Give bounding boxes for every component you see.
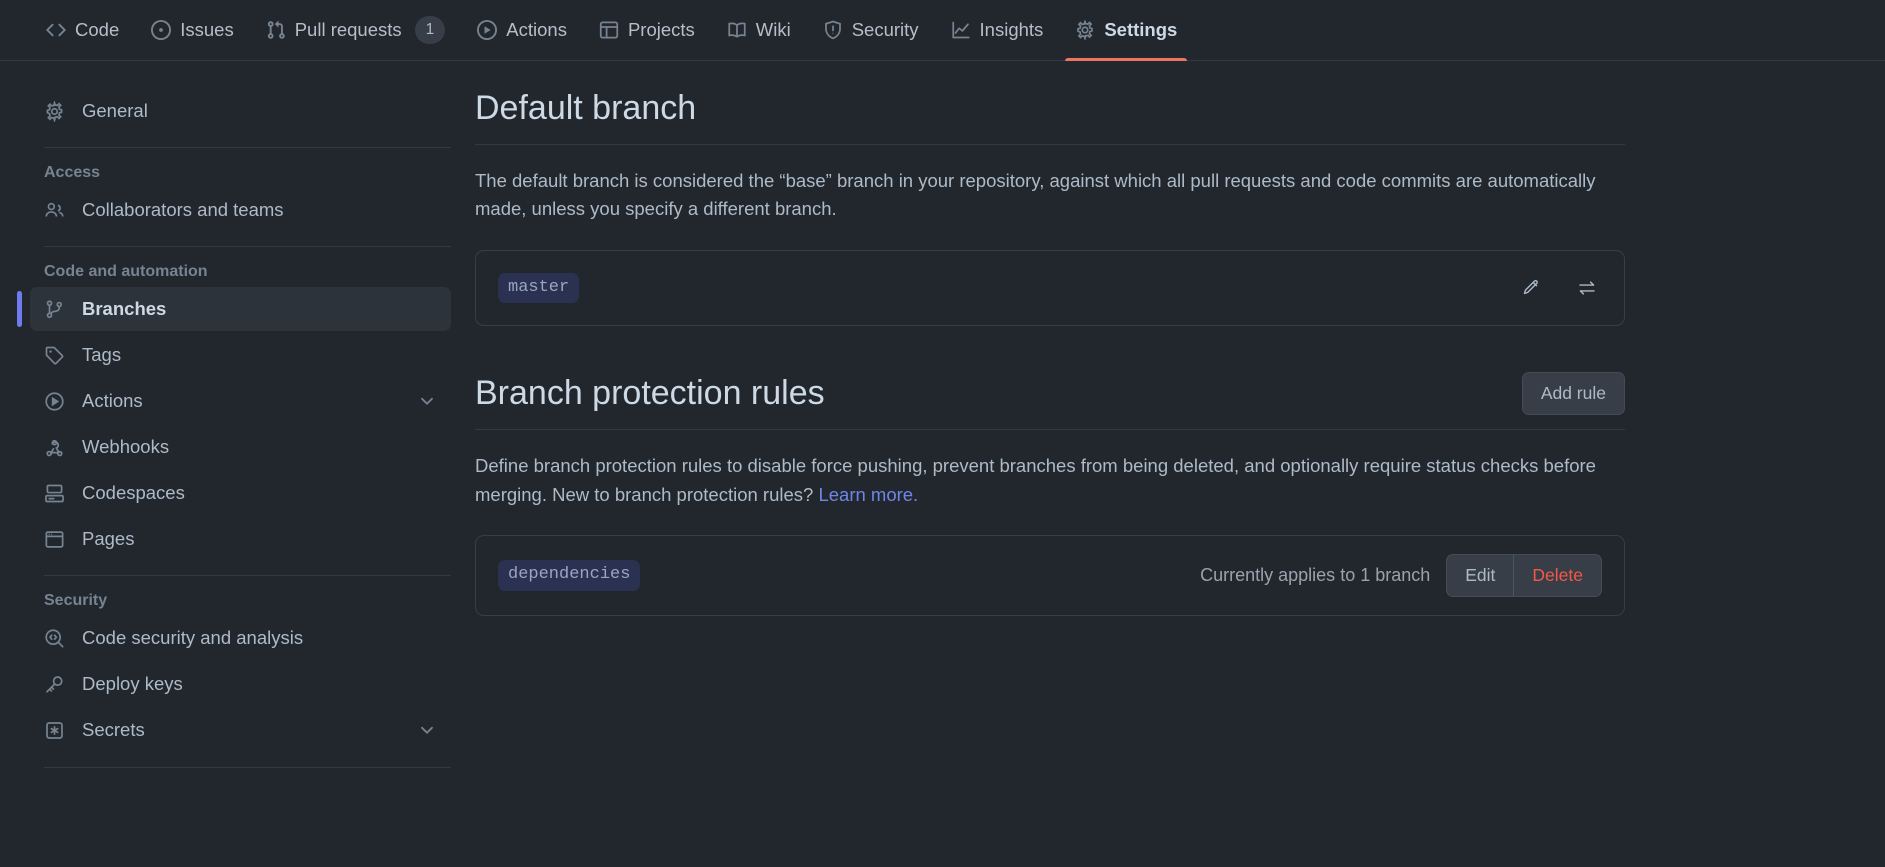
key-icon: [44, 674, 68, 695]
edit-rule-button[interactable]: Edit: [1447, 555, 1513, 596]
sidebar-item-label: Webhooks: [82, 435, 437, 459]
sidebar-item-secrets[interactable]: Secrets: [30, 708, 451, 752]
default-branch-description: The default branch is considered the “ba…: [475, 167, 1625, 224]
sidebar-item-label: Actions: [82, 389, 403, 413]
page-title: Default branch: [475, 87, 696, 130]
repository-nav: Code Issues Pull requests 1 Actions Proj…: [0, 0, 1885, 61]
git-pull-request-icon: [266, 20, 286, 40]
nav-tab-label: Projects: [628, 19, 695, 41]
gear-icon: [1075, 20, 1095, 40]
default-branch-actions: [1516, 273, 1602, 303]
nav-tab-label: Code: [75, 19, 119, 41]
sidebar-item-label: Code security and analysis: [82, 626, 437, 650]
tag-icon: [44, 345, 68, 366]
branch-protection-description: Define branch protection rules to disabl…: [475, 452, 1625, 509]
sidebar-group-title-security: Security: [30, 586, 451, 614]
people-icon: [44, 200, 68, 221]
nav-tab-issues[interactable]: Issues: [135, 0, 249, 61]
webhook-icon: [44, 437, 68, 458]
git-branch-icon: [44, 299, 68, 320]
sidebar-item-general[interactable]: General: [30, 89, 451, 133]
nav-tab-actions[interactable]: Actions: [461, 0, 583, 61]
sidebar-item-webhooks[interactable]: Webhooks: [30, 425, 451, 469]
sidebar-item-codespaces[interactable]: Codespaces: [30, 471, 451, 515]
code-icon: [46, 20, 66, 40]
sidebar-item-code-security-and-analysis[interactable]: Code security and analysis: [30, 616, 451, 660]
sidebar-item-label: Codespaces: [82, 481, 437, 505]
sidebar-divider: [44, 767, 451, 768]
settings-page: General Access Collaborators and teams C…: [0, 61, 1885, 778]
gear-icon: [44, 101, 68, 122]
nav-tab-code[interactable]: Code: [30, 0, 135, 61]
nav-tab-label: Security: [852, 19, 919, 41]
chevron-down-icon[interactable]: [417, 391, 437, 411]
nav-tab-pull-requests[interactable]: Pull requests 1: [250, 0, 462, 61]
rule-pattern-badge: dependencies: [498, 560, 640, 590]
sidebar-group-title-code-and-automation: Code and automation: [30, 257, 451, 285]
nav-tab-projects[interactable]: Projects: [583, 0, 711, 61]
chevron-down-icon[interactable]: [417, 720, 437, 740]
learn-more-link[interactable]: Learn more.: [818, 484, 918, 505]
table-icon: [599, 20, 619, 40]
branch-protection-header: Branch protection rules Add rule: [475, 372, 1625, 430]
sidebar-item-deploy-keys[interactable]: Deploy keys: [30, 662, 451, 706]
browser-icon: [44, 529, 68, 550]
nav-tab-label: Settings: [1104, 19, 1177, 41]
section-spacer: [475, 326, 1625, 372]
sidebar-group-title-access: Access: [30, 158, 451, 186]
sidebar-divider: [44, 246, 451, 247]
sidebar-item-tags[interactable]: Tags: [30, 333, 451, 377]
rule-applies-text: Currently applies to 1 branch: [1200, 565, 1430, 586]
add-rule-button[interactable]: Add rule: [1522, 372, 1625, 415]
nav-tab-insights[interactable]: Insights: [935, 0, 1060, 61]
nav-tab-label: Wiki: [756, 19, 791, 41]
branch-protection-rule-row: dependencies Currently applies to 1 bran…: [475, 535, 1625, 616]
book-icon: [727, 20, 747, 40]
delete-rule-button[interactable]: Delete: [1513, 555, 1601, 596]
default-branch-name-badge: master: [498, 273, 579, 303]
nav-tab-label: Pull requests: [295, 19, 402, 41]
nav-tab-security[interactable]: Security: [807, 0, 935, 61]
main-content: Default branch The default branch is con…: [475, 87, 1655, 778]
play-icon: [477, 20, 497, 40]
sidebar-item-collaborators-and-teams[interactable]: Collaborators and teams: [30, 188, 451, 232]
sidebar-item-label: Secrets: [82, 718, 403, 742]
asterisk-box-icon: [44, 720, 68, 741]
default-branch-panel: master: [475, 250, 1625, 326]
rule-actions: Currently applies to 1 branch Edit Delet…: [1200, 554, 1602, 597]
sidebar-divider: [44, 575, 451, 576]
codespaces-icon: [44, 483, 68, 504]
rule-button-group: Edit Delete: [1446, 554, 1602, 597]
settings-sidebar: General Access Collaborators and teams C…: [0, 87, 475, 778]
branch-protection-title: Branch protection rules: [475, 372, 825, 415]
graph-icon: [951, 20, 971, 40]
sidebar-item-label: Collaborators and teams: [82, 198, 437, 222]
play-icon: [44, 391, 68, 412]
codescan-icon: [44, 628, 68, 649]
sidebar-item-branches[interactable]: Branches: [30, 287, 451, 331]
sidebar-item-label: Deploy keys: [82, 672, 437, 696]
branch-protection-description-text: Define branch protection rules to disabl…: [475, 455, 1596, 505]
pull-requests-count-badge: 1: [415, 16, 446, 44]
sidebar-item-label: Branches: [82, 297, 437, 321]
sidebar-item-actions[interactable]: Actions: [30, 379, 451, 423]
nav-tab-label: Issues: [180, 19, 233, 41]
nav-tab-settings[interactable]: Settings: [1059, 0, 1193, 61]
sidebar-divider: [44, 147, 451, 148]
pencil-icon[interactable]: [1516, 273, 1546, 303]
sidebar-item-label: Pages: [82, 527, 437, 551]
nav-tab-label: Insights: [980, 19, 1044, 41]
nav-tab-wiki[interactable]: Wiki: [711, 0, 807, 61]
sidebar-item-label: Tags: [82, 343, 437, 367]
issue-opened-icon: [151, 20, 171, 40]
shield-icon: [823, 20, 843, 40]
default-branch-header: Default branch: [475, 87, 1625, 145]
sidebar-item-label: General: [82, 99, 437, 123]
sidebar-item-pages[interactable]: Pages: [30, 517, 451, 561]
arrow-switch-icon[interactable]: [1572, 273, 1602, 303]
nav-tab-label: Actions: [506, 19, 567, 41]
